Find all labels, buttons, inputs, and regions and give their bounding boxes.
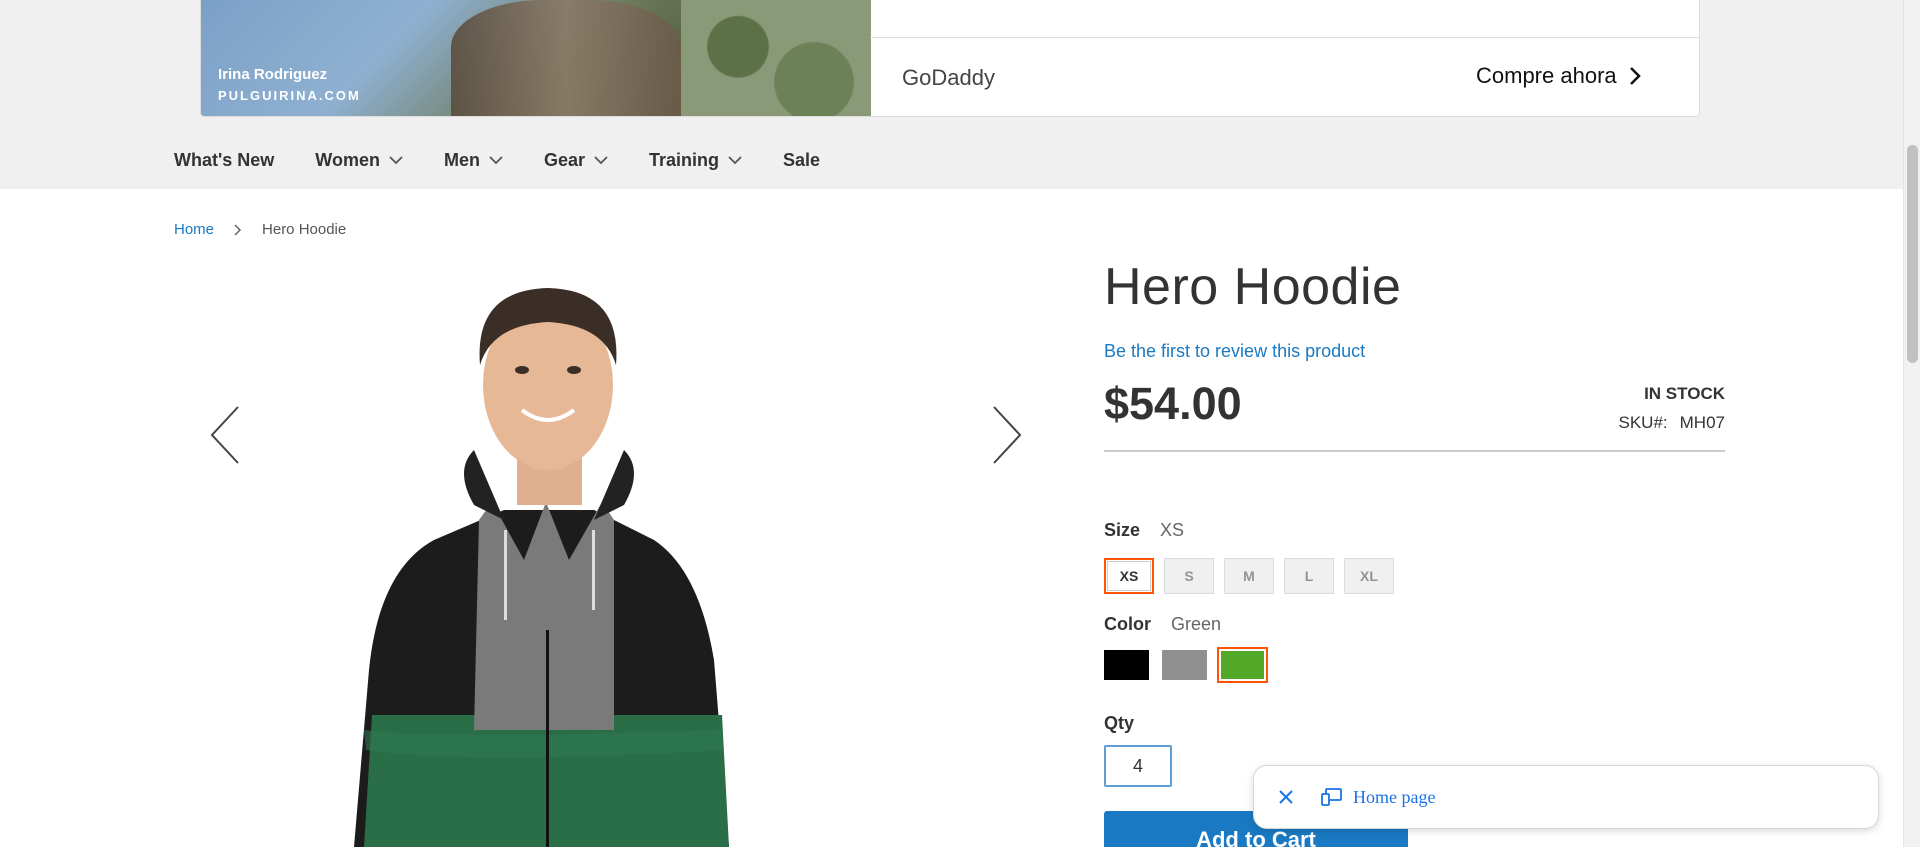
- ad-brand[interactable]: GoDaddy: [902, 65, 995, 91]
- nav-item-label: Sale: [783, 149, 821, 170]
- product-gallery[interactable]: [174, 270, 1044, 847]
- size-option-s[interactable]: S: [1164, 558, 1214, 594]
- nav-item-label: What's New: [174, 149, 275, 170]
- gallery-prev-arrow-icon[interactable]: [208, 405, 242, 465]
- qty-label: Qty: [1104, 713, 1135, 733]
- nav-item-gear[interactable]: Gear: [544, 150, 608, 171]
- nav-item-label: Gear: [543, 149, 585, 170]
- product-title: Hero Hoodie: [1104, 258, 1402, 316]
- size-option-l[interactable]: L: [1284, 558, 1334, 594]
- size-label-text: Size: [1104, 520, 1141, 540]
- size-option-xl[interactable]: XL: [1344, 558, 1394, 594]
- chevron-down-icon: [594, 156, 608, 165]
- gallery-next-arrow-icon[interactable]: [990, 405, 1024, 465]
- devices-icon: [1321, 788, 1342, 806]
- nav-item-label: Training: [649, 149, 720, 170]
- ad-photo-credit-site: PULGUIRINA.COM: [218, 88, 361, 103]
- sku-value: MH07: [1679, 413, 1725, 432]
- sku-label: SKU#:: [1618, 413, 1668, 432]
- ad-cta-label: Compre ahora: [1476, 63, 1617, 88]
- breadcrumb-current: Hero Hoodie: [262, 221, 347, 238]
- color-label-text: Color: [1104, 614, 1151, 634]
- ad-cta-button[interactable]: Compre ahora: [1476, 63, 1643, 89]
- floating-popup: Home page: [1253, 765, 1879, 829]
- size-options: XS S M L XL: [1104, 558, 1394, 594]
- nav-item-training[interactable]: Training: [649, 150, 742, 171]
- chevron-down-icon: [728, 156, 742, 165]
- stock-status: IN STOCK: [1644, 384, 1725, 403]
- size-selected-value: XS: [1160, 520, 1185, 540]
- product-image[interactable]: [174, 270, 1044, 847]
- review-link[interactable]: Be the first to review this product: [1104, 341, 1365, 362]
- info-divider: [1104, 450, 1725, 452]
- breadcrumb-home-link[interactable]: Home: [174, 221, 214, 238]
- ad-photo-credit-name: Irina Rodriguez: [218, 66, 328, 83]
- product-price: $54.00: [1104, 378, 1242, 429]
- size-option-xs[interactable]: XS: [1104, 558, 1154, 594]
- nav-item-label: Men: [443, 149, 480, 170]
- nav-item-women[interactable]: Women: [315, 150, 403, 171]
- nav-item-what-s-new[interactable]: What's New: [174, 150, 274, 171]
- nav-item-label: Women: [315, 149, 380, 170]
- color-selected-value: Green: [1171, 614, 1222, 634]
- ad-divider: [870, 37, 1699, 38]
- qty-input[interactable]: [1104, 745, 1172, 787]
- color-swatch-gray[interactable]: [1162, 650, 1207, 680]
- chevron-right-icon: [1629, 67, 1641, 85]
- nav-item-sale[interactable]: Sale: [783, 150, 820, 171]
- nav-item-men[interactable]: Men: [444, 150, 503, 171]
- chevron-down-icon: [389, 156, 403, 165]
- popup-home-page-link[interactable]: Home page: [1353, 787, 1435, 808]
- scrollbar-thumb[interactable]: [1907, 145, 1918, 363]
- color-options: [1104, 647, 1268, 683]
- ad-tree-trunk: [451, 0, 681, 116]
- color-swatch-black[interactable]: [1104, 650, 1149, 680]
- page-scrollbar[interactable]: [1903, 0, 1920, 847]
- size-label: Size XS: [1104, 520, 1184, 541]
- chevron-down-icon: [489, 156, 503, 165]
- color-label: Color Green: [1104, 614, 1221, 635]
- ad-image[interactable]: Irina Rodriguez PULGUIRINA.COM: [201, 0, 871, 116]
- sku: SKU#: MH07: [1619, 413, 1726, 433]
- main-nav: What's New Women Men Gear Training Sale: [174, 146, 861, 174]
- breadcrumb-separator-icon: [234, 223, 242, 236]
- close-icon[interactable]: [1276, 787, 1296, 807]
- size-option-m[interactable]: M: [1224, 558, 1274, 594]
- ad-banner[interactable]: Irina Rodriguez PULGUIRINA.COM GoDaddy C…: [200, 0, 1700, 117]
- color-swatch-green[interactable]: [1217, 647, 1268, 683]
- ad-tree-leaves: [681, 0, 871, 116]
- breadcrumb: Home Hero Hoodie: [174, 221, 346, 238]
